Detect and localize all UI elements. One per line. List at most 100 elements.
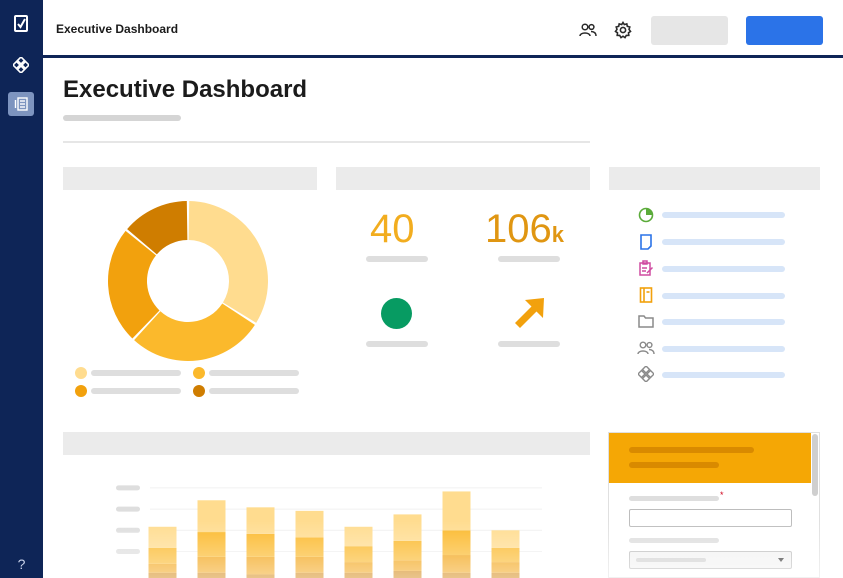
diamond-cluster-icon	[638, 366, 654, 382]
link-item-icon-2[interactable]	[637, 233, 655, 251]
sidebar: ?	[0, 0, 43, 578]
page-title: Executive Dashboard	[63, 76, 308, 103]
users-icon	[579, 23, 597, 37]
document-icon	[640, 234, 652, 250]
bar-segment	[246, 533, 275, 557]
y-tick-label	[116, 527, 140, 533]
donut-slice-1	[188, 201, 268, 323]
legend-label-2	[209, 370, 299, 376]
bar-segment	[148, 572, 177, 578]
bar-segment	[197, 532, 226, 557]
metrics-card-header	[336, 167, 590, 190]
legend-dot-3	[75, 385, 87, 397]
people-icon	[637, 341, 655, 355]
bar-segment	[393, 560, 422, 571]
bar-segment	[246, 556, 275, 575]
bar-segment	[442, 491, 471, 531]
metric-value-2-number: 106	[485, 207, 552, 251]
legend-label-1	[91, 370, 181, 376]
form-select-value	[636, 558, 706, 562]
form-card: *	[608, 432, 820, 578]
bar-segment	[442, 530, 471, 556]
sidebar-item-reports[interactable]	[8, 92, 34, 116]
link-item-icon-7[interactable]	[637, 365, 655, 383]
link-item-label-3[interactable]	[662, 266, 785, 272]
bar-segment	[148, 563, 177, 573]
bar-segment	[393, 570, 422, 578]
users-button[interactable]	[578, 20, 598, 40]
form-field-label-2	[629, 538, 719, 543]
status-dot-icon	[381, 298, 412, 329]
bar-segment	[491, 547, 520, 563]
bar-chart-card-header	[63, 432, 590, 455]
settings-button[interactable]	[613, 20, 633, 40]
y-tick-label	[116, 485, 140, 491]
link-item-label-1[interactable]	[662, 212, 785, 218]
legend-dot-2	[193, 367, 205, 379]
metric-label-1	[366, 256, 428, 262]
header-title: Executive Dashboard	[56, 22, 179, 36]
notebook-icon	[639, 287, 653, 303]
bar-segment	[393, 540, 422, 561]
sidebar-item-checklist[interactable]	[8, 12, 34, 36]
bar-segment	[344, 572, 373, 578]
bar-segment	[295, 510, 324, 538]
link-item-icon-1[interactable]	[637, 206, 655, 224]
legend-label-3	[91, 388, 181, 394]
link-item-label-6[interactable]	[662, 346, 785, 352]
divider	[63, 141, 590, 143]
donut-card-header	[63, 167, 317, 190]
form-header-title	[629, 447, 754, 453]
bar-segment	[344, 526, 373, 547]
form-header	[609, 433, 811, 483]
app: ? Executive Dashboard Executive Dashboar…	[0, 0, 843, 578]
bar-segment	[491, 530, 520, 548]
bar-segment	[246, 574, 275, 578]
bar-segment	[246, 507, 275, 534]
help-button[interactable]: ?	[0, 556, 43, 572]
bar-segment	[295, 537, 324, 557]
legend-label-4	[209, 388, 299, 394]
bar-segment	[344, 562, 373, 573]
metric-value-2-unit: k	[551, 222, 564, 247]
metric-value-1: 40	[370, 207, 415, 251]
metric-label-2	[498, 256, 560, 262]
required-marker: *	[720, 490, 724, 500]
link-item-label-4[interactable]	[662, 293, 785, 299]
form-field-label-1	[629, 496, 719, 501]
link-item-icon-5[interactable]	[637, 312, 655, 330]
edit-form-icon	[639, 260, 654, 276]
bar-segment	[442, 555, 471, 573]
form-select[interactable]	[629, 551, 792, 569]
legend-dot-4	[193, 385, 205, 397]
link-item-icon-3[interactable]	[637, 259, 655, 277]
bar-segment	[197, 572, 226, 578]
metric-value-2: 106k	[485, 207, 564, 252]
title-subtitle-placeholder	[63, 115, 181, 121]
chevron-down-icon	[778, 558, 784, 562]
link-item-icon-6[interactable]	[637, 339, 655, 357]
trend-up-arrow-icon	[515, 298, 544, 328]
form-scrollbar[interactable]	[812, 434, 818, 496]
bar-segment	[295, 556, 324, 573]
form-text-input[interactable]	[629, 509, 792, 527]
sidebar-item-components[interactable]	[8, 53, 34, 77]
bar-segment	[295, 572, 324, 578]
secondary-action-button[interactable]	[651, 16, 728, 45]
bar-segment	[344, 546, 373, 563]
bar-segment	[148, 547, 177, 564]
link-item-label-7[interactable]	[662, 372, 785, 378]
link-item-label-5[interactable]	[662, 319, 785, 325]
y-tick-label	[116, 506, 140, 512]
gear-icon	[614, 21, 632, 39]
links-card-header	[609, 167, 820, 190]
bar-chart	[116, 485, 542, 578]
link-item-label-2[interactable]	[662, 239, 785, 245]
link-item-icon-4[interactable]	[637, 286, 655, 304]
primary-action-button[interactable]	[746, 16, 823, 45]
bar-segment	[393, 514, 422, 541]
donut-chart	[108, 201, 268, 361]
y-tick-label	[116, 549, 140, 554]
diamond-cluster-icon	[13, 57, 29, 73]
report-icon	[14, 97, 28, 111]
